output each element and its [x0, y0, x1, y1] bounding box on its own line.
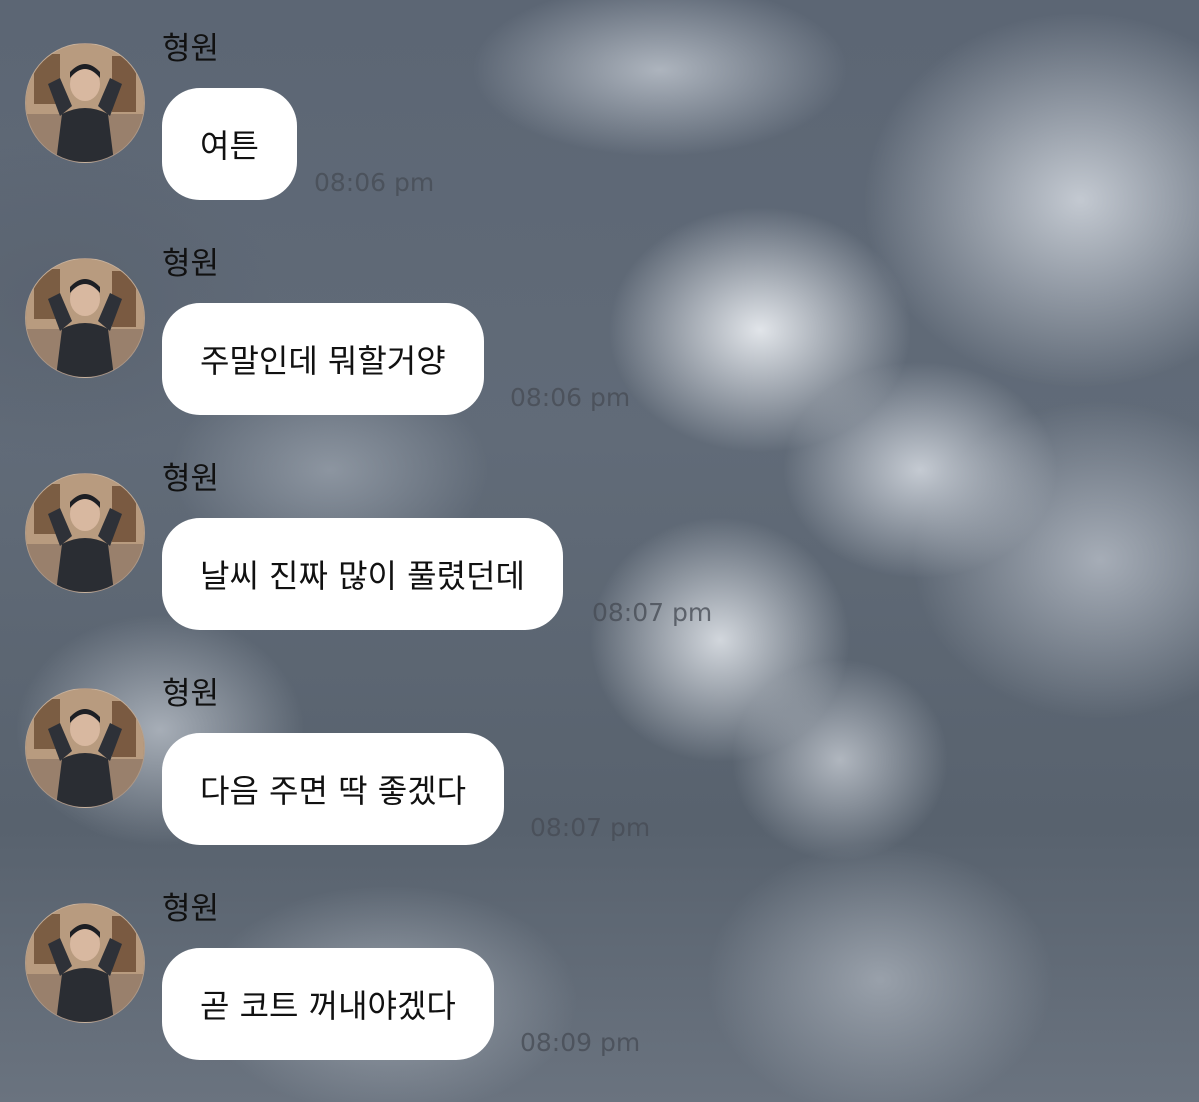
avatar[interactable]: [25, 43, 145, 163]
profile-photo-icon: [26, 904, 144, 1022]
message-bubble[interactable]: 곧 코트 꺼내야겠다: [162, 948, 494, 1060]
avatar[interactable]: [25, 688, 145, 808]
message-timestamp: 08:06 pm: [314, 168, 435, 197]
message-timestamp: 08:07 pm: [592, 598, 713, 627]
message-timestamp: 08:06 pm: [510, 383, 631, 412]
avatar[interactable]: [25, 473, 145, 593]
chat-message: 형원 주말인데 뭐할거양 08:06 pm: [0, 215, 1199, 430]
message-timestamp: 08:09 pm: [520, 1028, 641, 1057]
chat-message: 형원 다음 주면 딱 좋겠다 08:07 pm: [0, 645, 1199, 860]
avatar[interactable]: [25, 258, 145, 378]
chat-message: 형원 날씨 진짜 많이 풀렸던데 08:07 pm: [0, 430, 1199, 645]
chat-message: 형원 곧 코트 꺼내야겠다 08:09 pm: [0, 860, 1199, 1075]
message-bubble[interactable]: 날씨 진짜 많이 풀렸던데: [162, 518, 563, 630]
sender-name: 형원: [162, 891, 220, 927]
chat-message: 형원 여튼 08:06 pm: [0, 0, 1199, 215]
message-bubble[interactable]: 여튼: [162, 88, 297, 200]
profile-photo-icon: [26, 259, 144, 377]
sender-name: 형원: [162, 676, 220, 712]
message-bubble[interactable]: 주말인데 뭐할거양: [162, 303, 484, 415]
sender-name: 형원: [162, 461, 220, 497]
message-timestamp: 08:07 pm: [530, 813, 651, 842]
sender-name: 형원: [162, 31, 220, 67]
sender-name: 형원: [162, 246, 220, 282]
message-bubble[interactable]: 다음 주면 딱 좋겠다: [162, 733, 505, 845]
profile-photo-icon: [26, 689, 144, 807]
profile-photo-icon: [26, 44, 144, 162]
avatar[interactable]: [25, 903, 145, 1023]
profile-photo-icon: [26, 474, 144, 592]
